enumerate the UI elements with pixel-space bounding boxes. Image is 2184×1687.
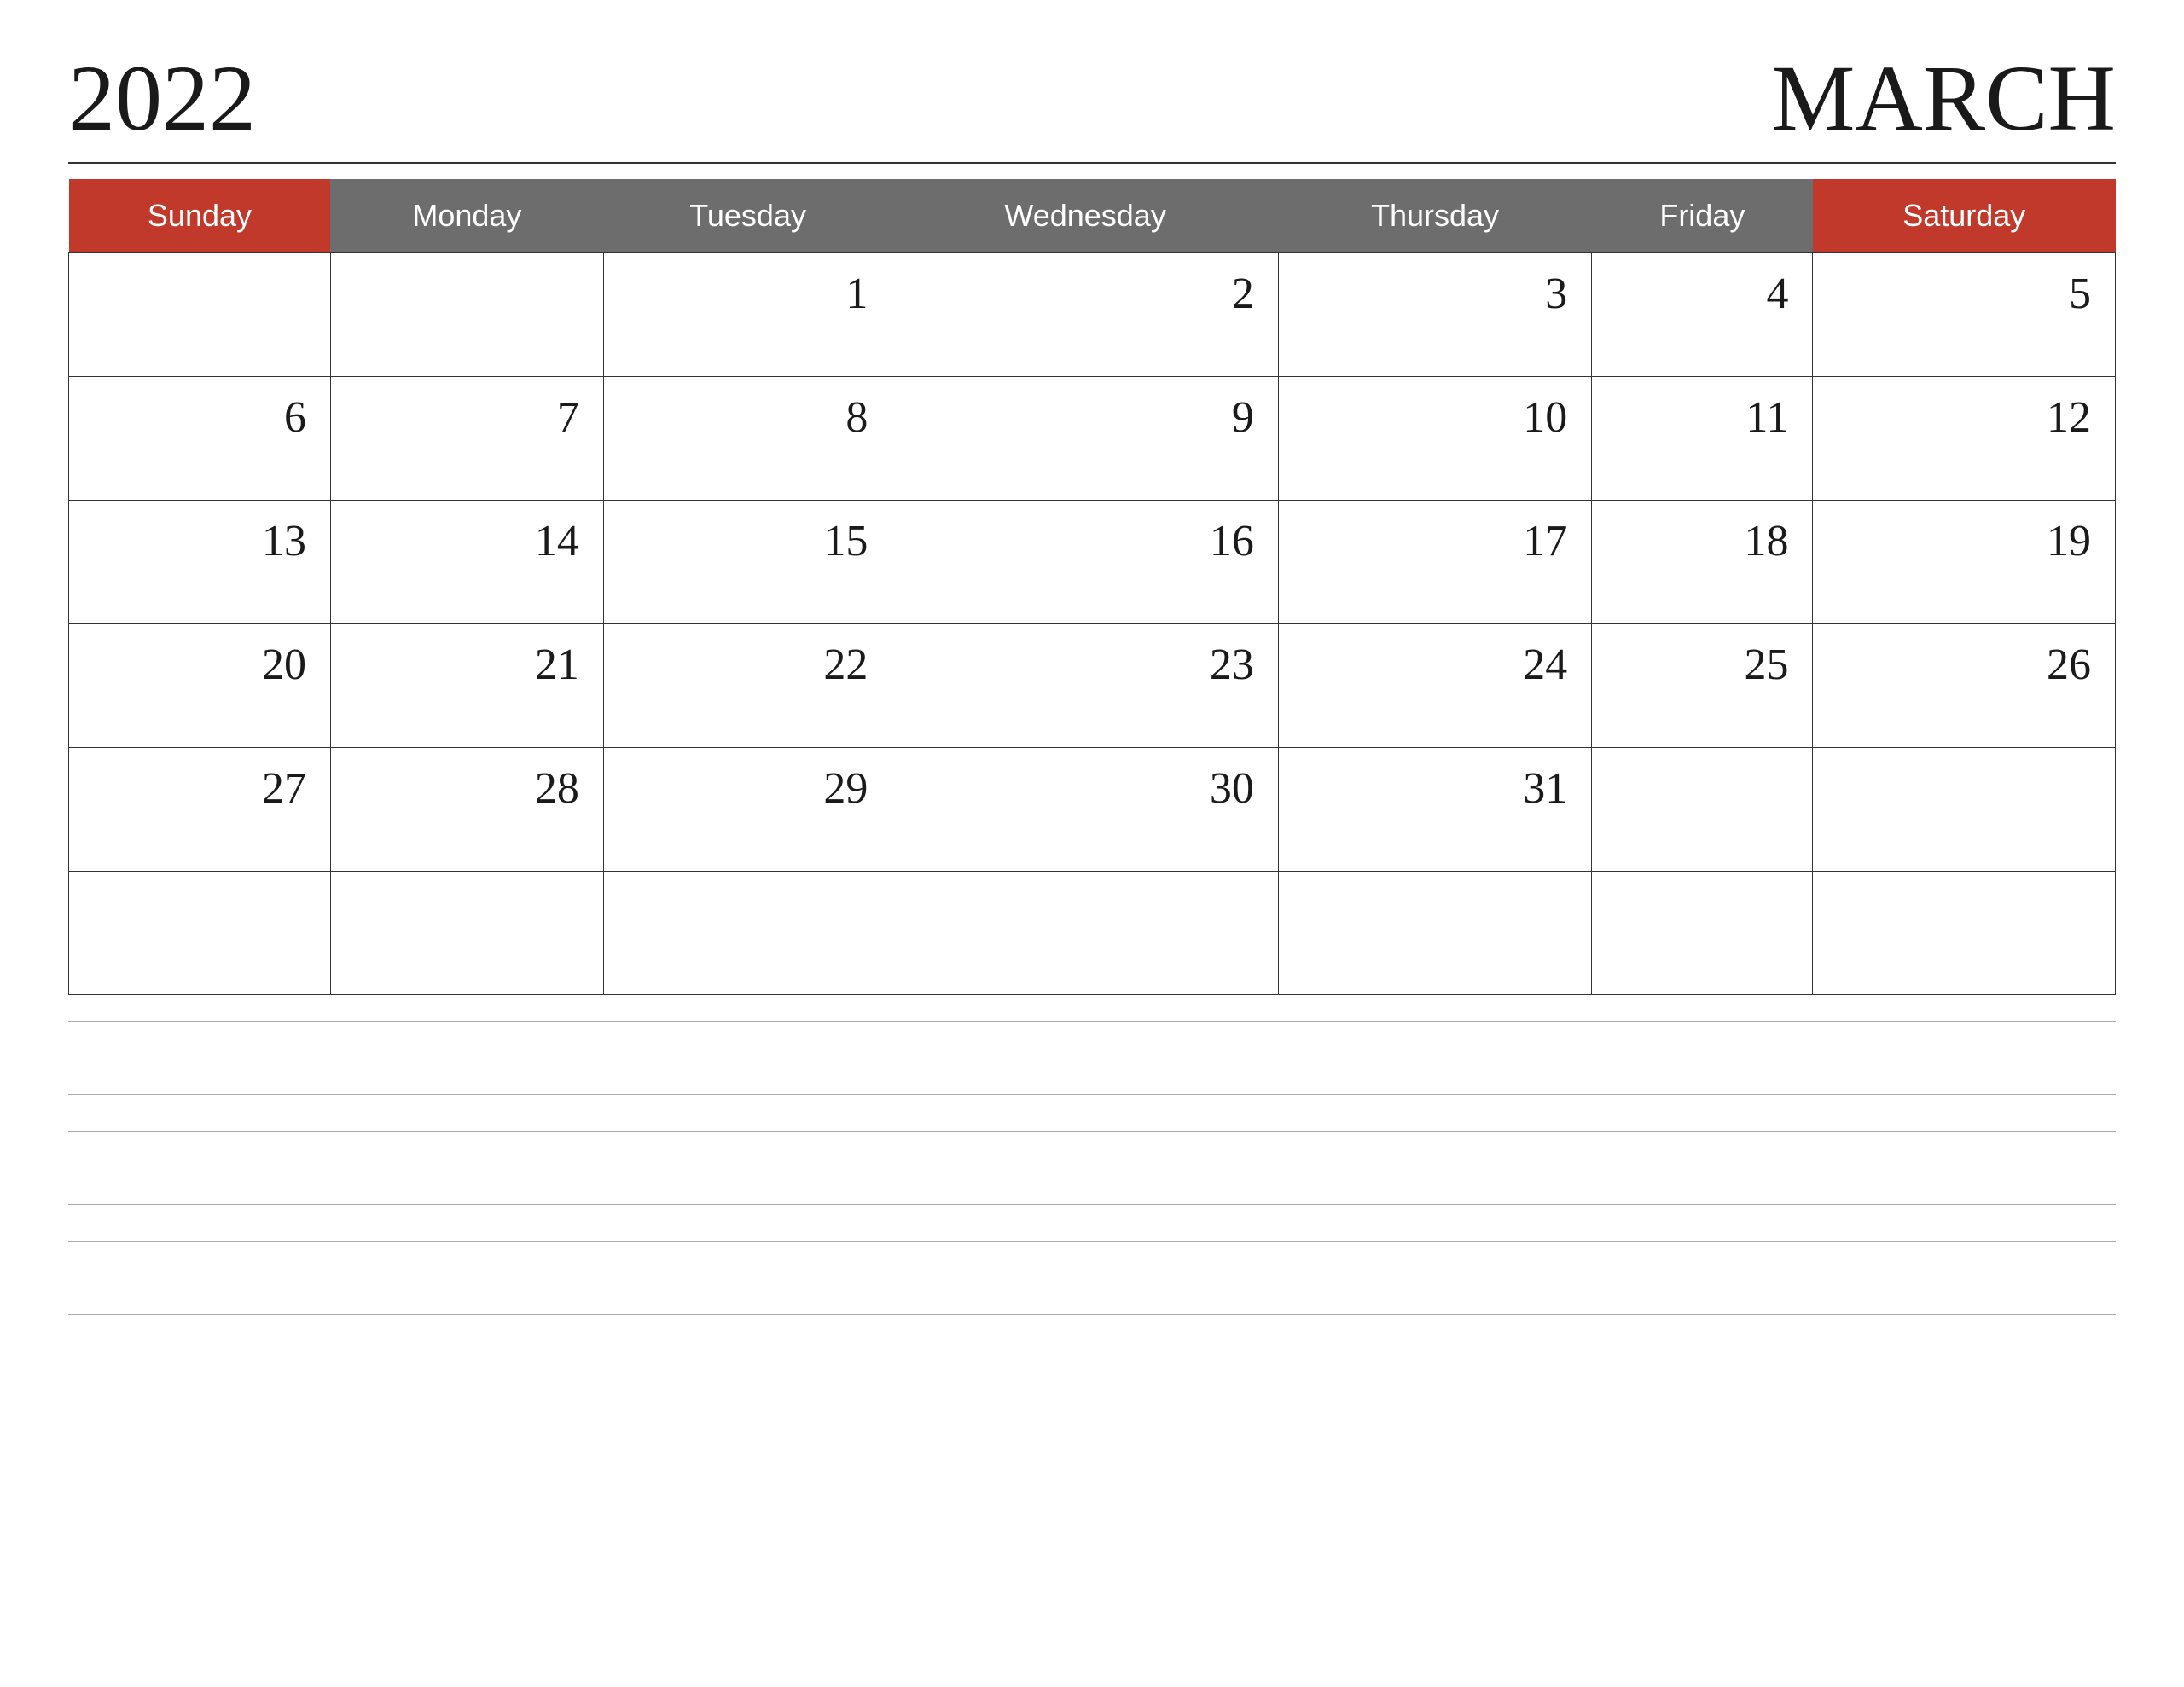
header-wednesday: Wednesday <box>892 179 1278 253</box>
calendar-body: 1234567891011121314151617181920212223242… <box>69 253 2116 995</box>
calendar-cell: 3 <box>1278 253 1591 377</box>
calendar-row: 12345 <box>69 253 2116 377</box>
calendar-cell: 22 <box>603 624 892 748</box>
calendar-cell: 13 <box>69 501 331 624</box>
calendar-cell: 5 <box>1813 253 2116 377</box>
calendar-cell <box>1813 748 2116 872</box>
calendar-cell: 30 <box>892 748 1278 872</box>
note-line-6 <box>68 1204 2116 1205</box>
calendar-row: 2728293031 <box>69 748 2116 872</box>
header-saturday: Saturday <box>1813 179 2116 253</box>
note-line-9 <box>68 1314 2116 1315</box>
month-label: MARCH <box>1772 51 2116 145</box>
days-header-row: Sunday Monday Tuesday Wednesday Thursday… <box>69 179 2116 253</box>
header-sunday: Sunday <box>69 179 331 253</box>
calendar-cell: 28 <box>330 748 603 872</box>
note-line-4 <box>68 1131 2116 1132</box>
calendar-cell <box>69 253 331 377</box>
calendar-cell: 6 <box>69 377 331 501</box>
calendar-cell: 20 <box>69 624 331 748</box>
calendar-cell: 15 <box>603 501 892 624</box>
calendar-cell <box>1592 748 1813 872</box>
note-line-7 <box>68 1241 2116 1242</box>
calendar-cell: 12 <box>1813 377 2116 501</box>
calendar-cell: 4 <box>1592 253 1813 377</box>
calendar-cell: 7 <box>330 377 603 501</box>
calendar-row: 20212223242526 <box>69 624 2116 748</box>
calendar-row: 6789101112 <box>69 377 2116 501</box>
note-line-1 <box>68 1021 2116 1022</box>
calendar-cell: 1 <box>603 253 892 377</box>
calendar-cell: 17 <box>1278 501 1591 624</box>
calendar-cell <box>330 872 603 995</box>
calendar-cell <box>330 253 603 377</box>
header-divider <box>68 162 2116 164</box>
notes-section <box>68 1021 2116 1315</box>
calendar-cell <box>892 872 1278 995</box>
calendar-cell: 16 <box>892 501 1278 624</box>
calendar-cell: 24 <box>1278 624 1591 748</box>
calendar-cell <box>1592 872 1813 995</box>
calendar-cell <box>1813 872 2116 995</box>
calendar-cell: 25 <box>1592 624 1813 748</box>
header-thursday: Thursday <box>1278 179 1591 253</box>
calendar-header: 2022 MARCH <box>68 51 2116 145</box>
calendar-cell: 23 <box>892 624 1278 748</box>
calendar-cell <box>603 872 892 995</box>
header-monday: Monday <box>330 179 603 253</box>
calendar-cell: 26 <box>1813 624 2116 748</box>
calendar-cell: 11 <box>1592 377 1813 501</box>
calendar-cell: 9 <box>892 377 1278 501</box>
header-tuesday: Tuesday <box>603 179 892 253</box>
calendar-table: Sunday Monday Tuesday Wednesday Thursday… <box>68 179 2116 995</box>
calendar-cell: 2 <box>892 253 1278 377</box>
calendar-cell <box>69 872 331 995</box>
header-friday: Friday <box>1592 179 1813 253</box>
calendar-cell: 21 <box>330 624 603 748</box>
calendar-cell: 31 <box>1278 748 1591 872</box>
calendar-cell: 14 <box>330 501 603 624</box>
calendar-row <box>69 872 2116 995</box>
calendar-cell: 18 <box>1592 501 1813 624</box>
calendar-cell <box>1278 872 1591 995</box>
calendar-cell: 29 <box>603 748 892 872</box>
year-label: 2022 <box>68 51 256 145</box>
calendar-cell: 27 <box>69 748 331 872</box>
calendar-cell: 19 <box>1813 501 2116 624</box>
calendar-cell: 10 <box>1278 377 1591 501</box>
calendar-row: 13141516171819 <box>69 501 2116 624</box>
calendar-cell: 8 <box>603 377 892 501</box>
note-line-3 <box>68 1094 2116 1095</box>
